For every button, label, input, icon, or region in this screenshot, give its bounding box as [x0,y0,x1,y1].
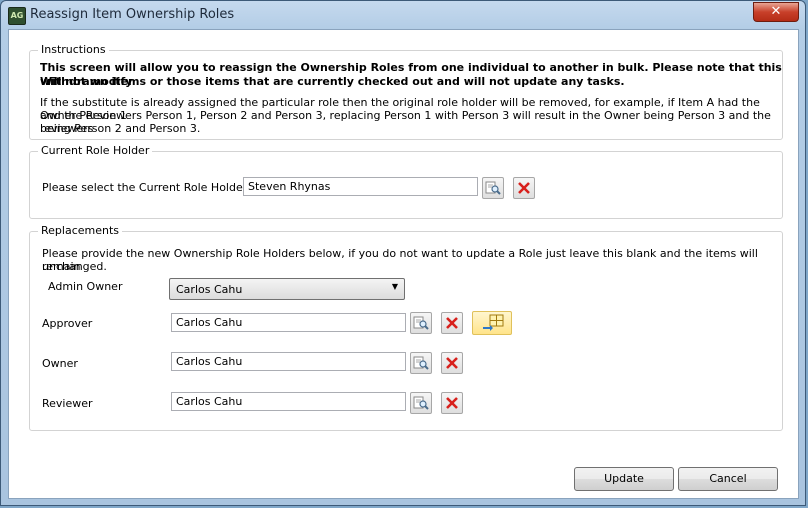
approver-field[interactable]: Carlos Cahu [171,313,406,332]
red-x-clear-icon [446,317,458,329]
magnifier-lookup-icon [413,316,429,330]
replacements-legend: Replacements [38,224,123,237]
instructions-body-line-3: being Person 2 and Person 3. [40,122,201,135]
close-button[interactable]: ✕ [753,2,799,22]
magnifier-lookup-icon [485,181,501,195]
magnifier-lookup-icon [413,396,429,410]
app-logo-icon: AG [8,7,26,25]
title-bar[interactable]: AG Reassign Item Ownership Roles ✕ [1,1,805,29]
window-title: Reassign Item Ownership Roles [30,7,235,22]
owner-field[interactable]: Carlos Cahu [171,352,406,371]
approver-clear-button[interactable] [441,312,463,334]
red-x-clear-icon [446,357,458,369]
approver-lookup-button[interactable] [410,312,432,334]
reviewer-clear-button[interactable] [441,392,463,414]
replacements-group: Replacements Please provide the new Owne… [29,224,783,431]
admin-owner-value: Carlos Cahu [176,283,243,296]
reviewer-lookup-button[interactable] [410,392,432,414]
red-x-clear-icon [518,182,530,194]
apply-to-all-button[interactable] [472,311,512,335]
dialog-window: AG Reassign Item Ownership Roles ✕ Instr… [0,0,806,506]
instructions-bold-line-2: Withdrawn items or those items that are … [40,75,625,88]
current-role-holder-lookup-button[interactable] [482,177,504,199]
owner-clear-button[interactable] [441,352,463,374]
reviewer-field[interactable]: Carlos Cahu [171,392,406,411]
replacements-description-line-1: Please provide the new Ownership Role Ho… [42,247,758,273]
instructions-group: Instructions This screen will allow you … [29,43,783,140]
magnifier-lookup-icon [413,356,429,370]
admin-owner-dropdown[interactable]: Carlos Cahu ▼ [169,278,405,300]
red-x-clear-icon [446,397,458,409]
update-button[interactable]: Update [574,467,674,491]
approver-label: Approver [42,317,93,330]
reviewer-label: Reviewer [42,397,93,410]
current-role-holder-group: Current Role Holder Please select the Cu… [29,144,783,219]
current-role-holder-field[interactable]: Steven Rhynas [243,177,478,196]
current-role-holder-clear-button[interactable] [513,177,535,199]
replacements-description-line-2: unchanged. [42,260,107,273]
apply-to-all-grid-icon [483,314,504,331]
current-role-holder-prompt: Please select the Current Role Holder: [42,181,251,194]
owner-lookup-button[interactable] [410,352,432,374]
instructions-legend: Instructions [38,43,109,56]
cancel-button[interactable]: Cancel [678,467,778,491]
owner-label: Owner [42,357,78,370]
admin-owner-label: Admin Owner [48,280,123,293]
current-role-holder-legend: Current Role Holder [38,144,153,157]
chevron-down-icon: ▼ [391,282,398,291]
dialog-client-area: Instructions This screen will allow you … [8,29,799,499]
